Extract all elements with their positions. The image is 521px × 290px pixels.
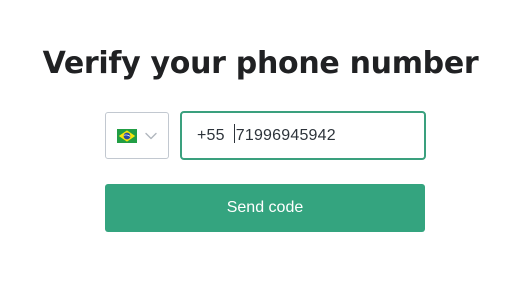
text-cursor (233, 124, 235, 143)
phone-number-text: 71996945942 (235, 127, 336, 144)
send-code-button[interactable]: Send code (105, 184, 425, 232)
brazil-flag-icon (117, 129, 137, 143)
country-code-select[interactable] (105, 112, 169, 159)
phone-input-value: +55 71996945942 (197, 113, 336, 158)
chevron-down-icon (145, 132, 157, 140)
verify-phone-page: Verify your phone number +55 71996945942 … (0, 0, 521, 290)
phone-number-input[interactable]: +55 71996945942 (180, 111, 426, 160)
phone-country-code: +55 (197, 127, 225, 144)
page-title: Verify your phone number (42, 46, 479, 81)
